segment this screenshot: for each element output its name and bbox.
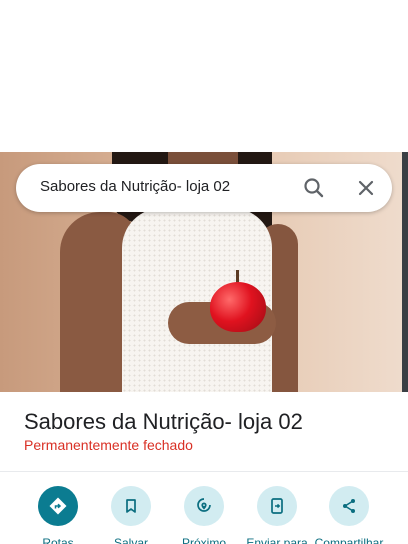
place-title: Sabores da Nutrição- loja 02 <box>24 409 303 434</box>
bookmark-icon[interactable] <box>111 486 151 526</box>
directions-icon[interactable] <box>38 486 78 526</box>
nearby-label: Próximo <box>181 536 226 544</box>
share-icon[interactable] <box>329 486 369 526</box>
photo-apple <box>210 282 266 332</box>
directions-button[interactable]: Rotas <box>21 486 95 544</box>
save-label: Salvar <box>113 536 148 544</box>
directions-label: Rotas <box>42 536 74 544</box>
send-to-phone-label: Enviar para <box>246 536 308 544</box>
photo-edge <box>402 152 408 392</box>
search-bar[interactable]: Sabores da Nutrição- loja 02 <box>16 164 392 212</box>
share-label: Compartilhar <box>314 536 384 544</box>
nearby-icon[interactable] <box>184 486 224 526</box>
search-icon[interactable] <box>300 174 328 202</box>
save-button[interactable]: Salvar <box>94 486 168 544</box>
close-icon[interactable] <box>352 174 380 202</box>
send-to-phone-icon[interactable] <box>257 486 297 526</box>
send-to-phone-button[interactable]: Enviar para <box>240 486 314 544</box>
share-button[interactable]: Compartilhar <box>312 486 386 544</box>
place-status: Permanentemente fechado <box>24 437 193 453</box>
action-bar: Rotas Salvar Próximo Enviar para Compart… <box>0 486 408 544</box>
nearby-button[interactable]: Próximo <box>167 486 241 544</box>
place-details-panel: Sabores da Nutrição- loja 02 Sabores da … <box>0 0 408 544</box>
search-input[interactable]: Sabores da Nutrição- loja 02 <box>40 178 230 195</box>
divider <box>0 471 408 472</box>
